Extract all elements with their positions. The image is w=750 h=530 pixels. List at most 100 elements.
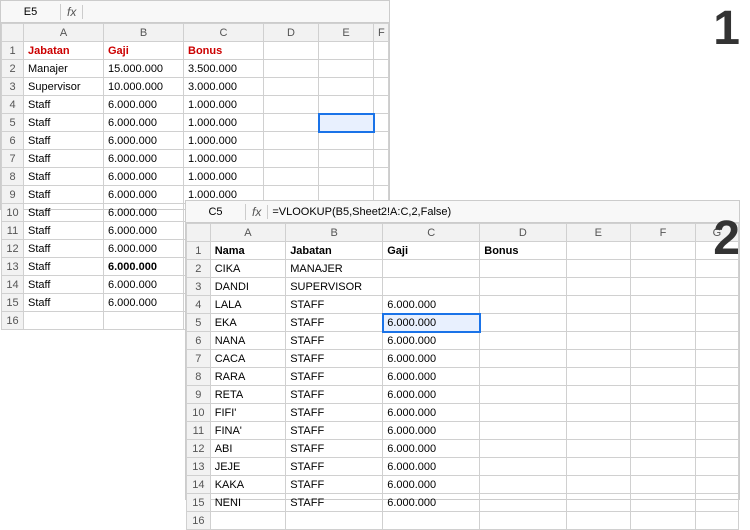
cell-gaji[interactable]: 6.000.000	[383, 332, 480, 350]
cell-jabatan[interactable]: STAFF	[286, 494, 383, 512]
cell-f[interactable]	[631, 332, 696, 350]
cell-g[interactable]	[695, 512, 738, 530]
cell-gaji[interactable]: 6.000.000	[383, 350, 480, 368]
cell-gaji[interactable]: 10.000.000	[104, 78, 184, 96]
cell-nama[interactable]: FIFI'	[210, 404, 285, 422]
cell-bonus[interactable]	[480, 260, 566, 278]
cell-bonus[interactable]	[480, 494, 566, 512]
cell-gaji[interactable]	[104, 312, 184, 330]
cell-nama[interactable]: LALA	[210, 296, 285, 314]
cell-jabatan[interactable]: Staff	[24, 186, 104, 204]
col-header-c[interactable]: C	[184, 24, 264, 42]
cell-gaji[interactable]: 6.000.000	[383, 422, 480, 440]
col-header-a[interactable]: A	[24, 24, 104, 42]
cell-bonus[interactable]	[480, 296, 566, 314]
cell-gaji[interactable]: 6.000.000	[104, 114, 184, 132]
cell-bonus[interactable]: 1.000.000	[184, 168, 264, 186]
cell-gaji[interactable]: 6.000.000	[383, 494, 480, 512]
cell-gaji[interactable]: 6.000.000	[383, 476, 480, 494]
cell-gaji[interactable]: 6.000.000	[104, 258, 184, 276]
sheet2-namebox[interactable]: C5	[186, 204, 246, 220]
cell-d[interactable]	[264, 132, 319, 150]
s2-col-header-a[interactable]: A	[210, 224, 285, 242]
cell-g[interactable]	[695, 422, 738, 440]
cell-d[interactable]	[264, 114, 319, 132]
cell-f[interactable]	[374, 60, 389, 78]
cell-nama[interactable]: RARA	[210, 368, 285, 386]
cell-bonus[interactable]	[480, 512, 566, 530]
cell-e[interactable]	[566, 332, 631, 350]
cell-jabatan[interactable]: STAFF	[286, 314, 383, 332]
cell-bonus[interactable]: Bonus	[480, 242, 566, 260]
cell-e[interactable]	[566, 404, 631, 422]
cell-f[interactable]	[374, 150, 389, 168]
cell-jabatan[interactable]: MANAJER	[286, 260, 383, 278]
cell-bonus[interactable]: 1.000.000	[184, 96, 264, 114]
cell-d[interactable]	[264, 42, 319, 60]
cell-f[interactable]	[374, 132, 389, 150]
cell-bonus[interactable]	[480, 314, 566, 332]
cell-d[interactable]	[264, 78, 319, 96]
sheet1-namebox[interactable]: E5	[1, 4, 61, 20]
cell-bonus[interactable]	[480, 332, 566, 350]
cell-g[interactable]	[695, 458, 738, 476]
cell-jabatan[interactable]: Staff	[24, 96, 104, 114]
cell-f[interactable]	[631, 422, 696, 440]
cell-f[interactable]	[374, 168, 389, 186]
cell-jabatan[interactable]: STAFF	[286, 440, 383, 458]
cell-f[interactable]	[631, 458, 696, 476]
cell-e[interactable]	[319, 132, 374, 150]
cell-bonus[interactable]	[480, 440, 566, 458]
cell-nama[interactable]	[210, 512, 285, 530]
cell-f[interactable]	[631, 278, 696, 296]
cell-bonus[interactable]: 1.000.000	[184, 114, 264, 132]
cell-jabatan[interactable]: Staff	[24, 168, 104, 186]
cell-g[interactable]	[695, 386, 738, 404]
cell-f[interactable]	[631, 314, 696, 332]
cell-e[interactable]	[566, 494, 631, 512]
sheet1-formula[interactable]	[83, 10, 389, 14]
cell-bonus[interactable]	[480, 476, 566, 494]
cell-gaji[interactable]	[383, 278, 480, 296]
cell-f[interactable]	[631, 476, 696, 494]
cell-gaji[interactable]: 6.000.000	[104, 240, 184, 258]
cell-jabatan[interactable]	[24, 312, 104, 330]
cell-f[interactable]	[631, 404, 696, 422]
cell-gaji[interactable]: 6.000.000	[104, 96, 184, 114]
cell-e[interactable]	[319, 150, 374, 168]
cell-d[interactable]	[264, 96, 319, 114]
cell-g[interactable]	[695, 350, 738, 368]
cell-bonus[interactable]	[480, 278, 566, 296]
cell-f[interactable]	[374, 114, 389, 132]
cell-jabatan[interactable]: Supervisor	[24, 78, 104, 96]
cell-jabatan[interactable]: STAFF	[286, 386, 383, 404]
cell-e[interactable]	[566, 458, 631, 476]
cell-gaji[interactable]: 6.000.000	[383, 296, 480, 314]
cell-nama[interactable]: CACA	[210, 350, 285, 368]
cell-gaji[interactable]: 6.000.000	[383, 440, 480, 458]
cell-f[interactable]	[631, 512, 696, 530]
cell-gaji[interactable]: 6.000.000	[104, 186, 184, 204]
cell-jabatan[interactable]: STAFF	[286, 332, 383, 350]
cell-e[interactable]	[566, 512, 631, 530]
cell-bonus[interactable]: 3.500.000	[184, 60, 264, 78]
cell-e[interactable]	[319, 42, 374, 60]
cell-jabatan[interactable]: STAFF	[286, 368, 383, 386]
cell-bonus[interactable]: 1.000.000	[184, 132, 264, 150]
s2-col-header-f[interactable]: F	[631, 224, 696, 242]
cell-e[interactable]	[566, 422, 631, 440]
cell-g[interactable]	[695, 278, 738, 296]
cell-nama[interactable]: NENI	[210, 494, 285, 512]
col-header-f[interactable]: F	[374, 24, 389, 42]
cell-g[interactable]	[695, 476, 738, 494]
cell-f[interactable]	[631, 260, 696, 278]
cell-jabatan[interactable]: Staff	[24, 150, 104, 168]
cell-nama[interactable]: CIKA	[210, 260, 285, 278]
cell-e[interactable]	[566, 386, 631, 404]
s2-col-header-c[interactable]: C	[383, 224, 480, 242]
cell-gaji[interactable]: 6.000.000	[383, 404, 480, 422]
cell-gaji[interactable]: 6.000.000	[383, 368, 480, 386]
cell-f[interactable]	[631, 242, 696, 260]
cell-f[interactable]	[374, 96, 389, 114]
cell-nama[interactable]: NANA	[210, 332, 285, 350]
